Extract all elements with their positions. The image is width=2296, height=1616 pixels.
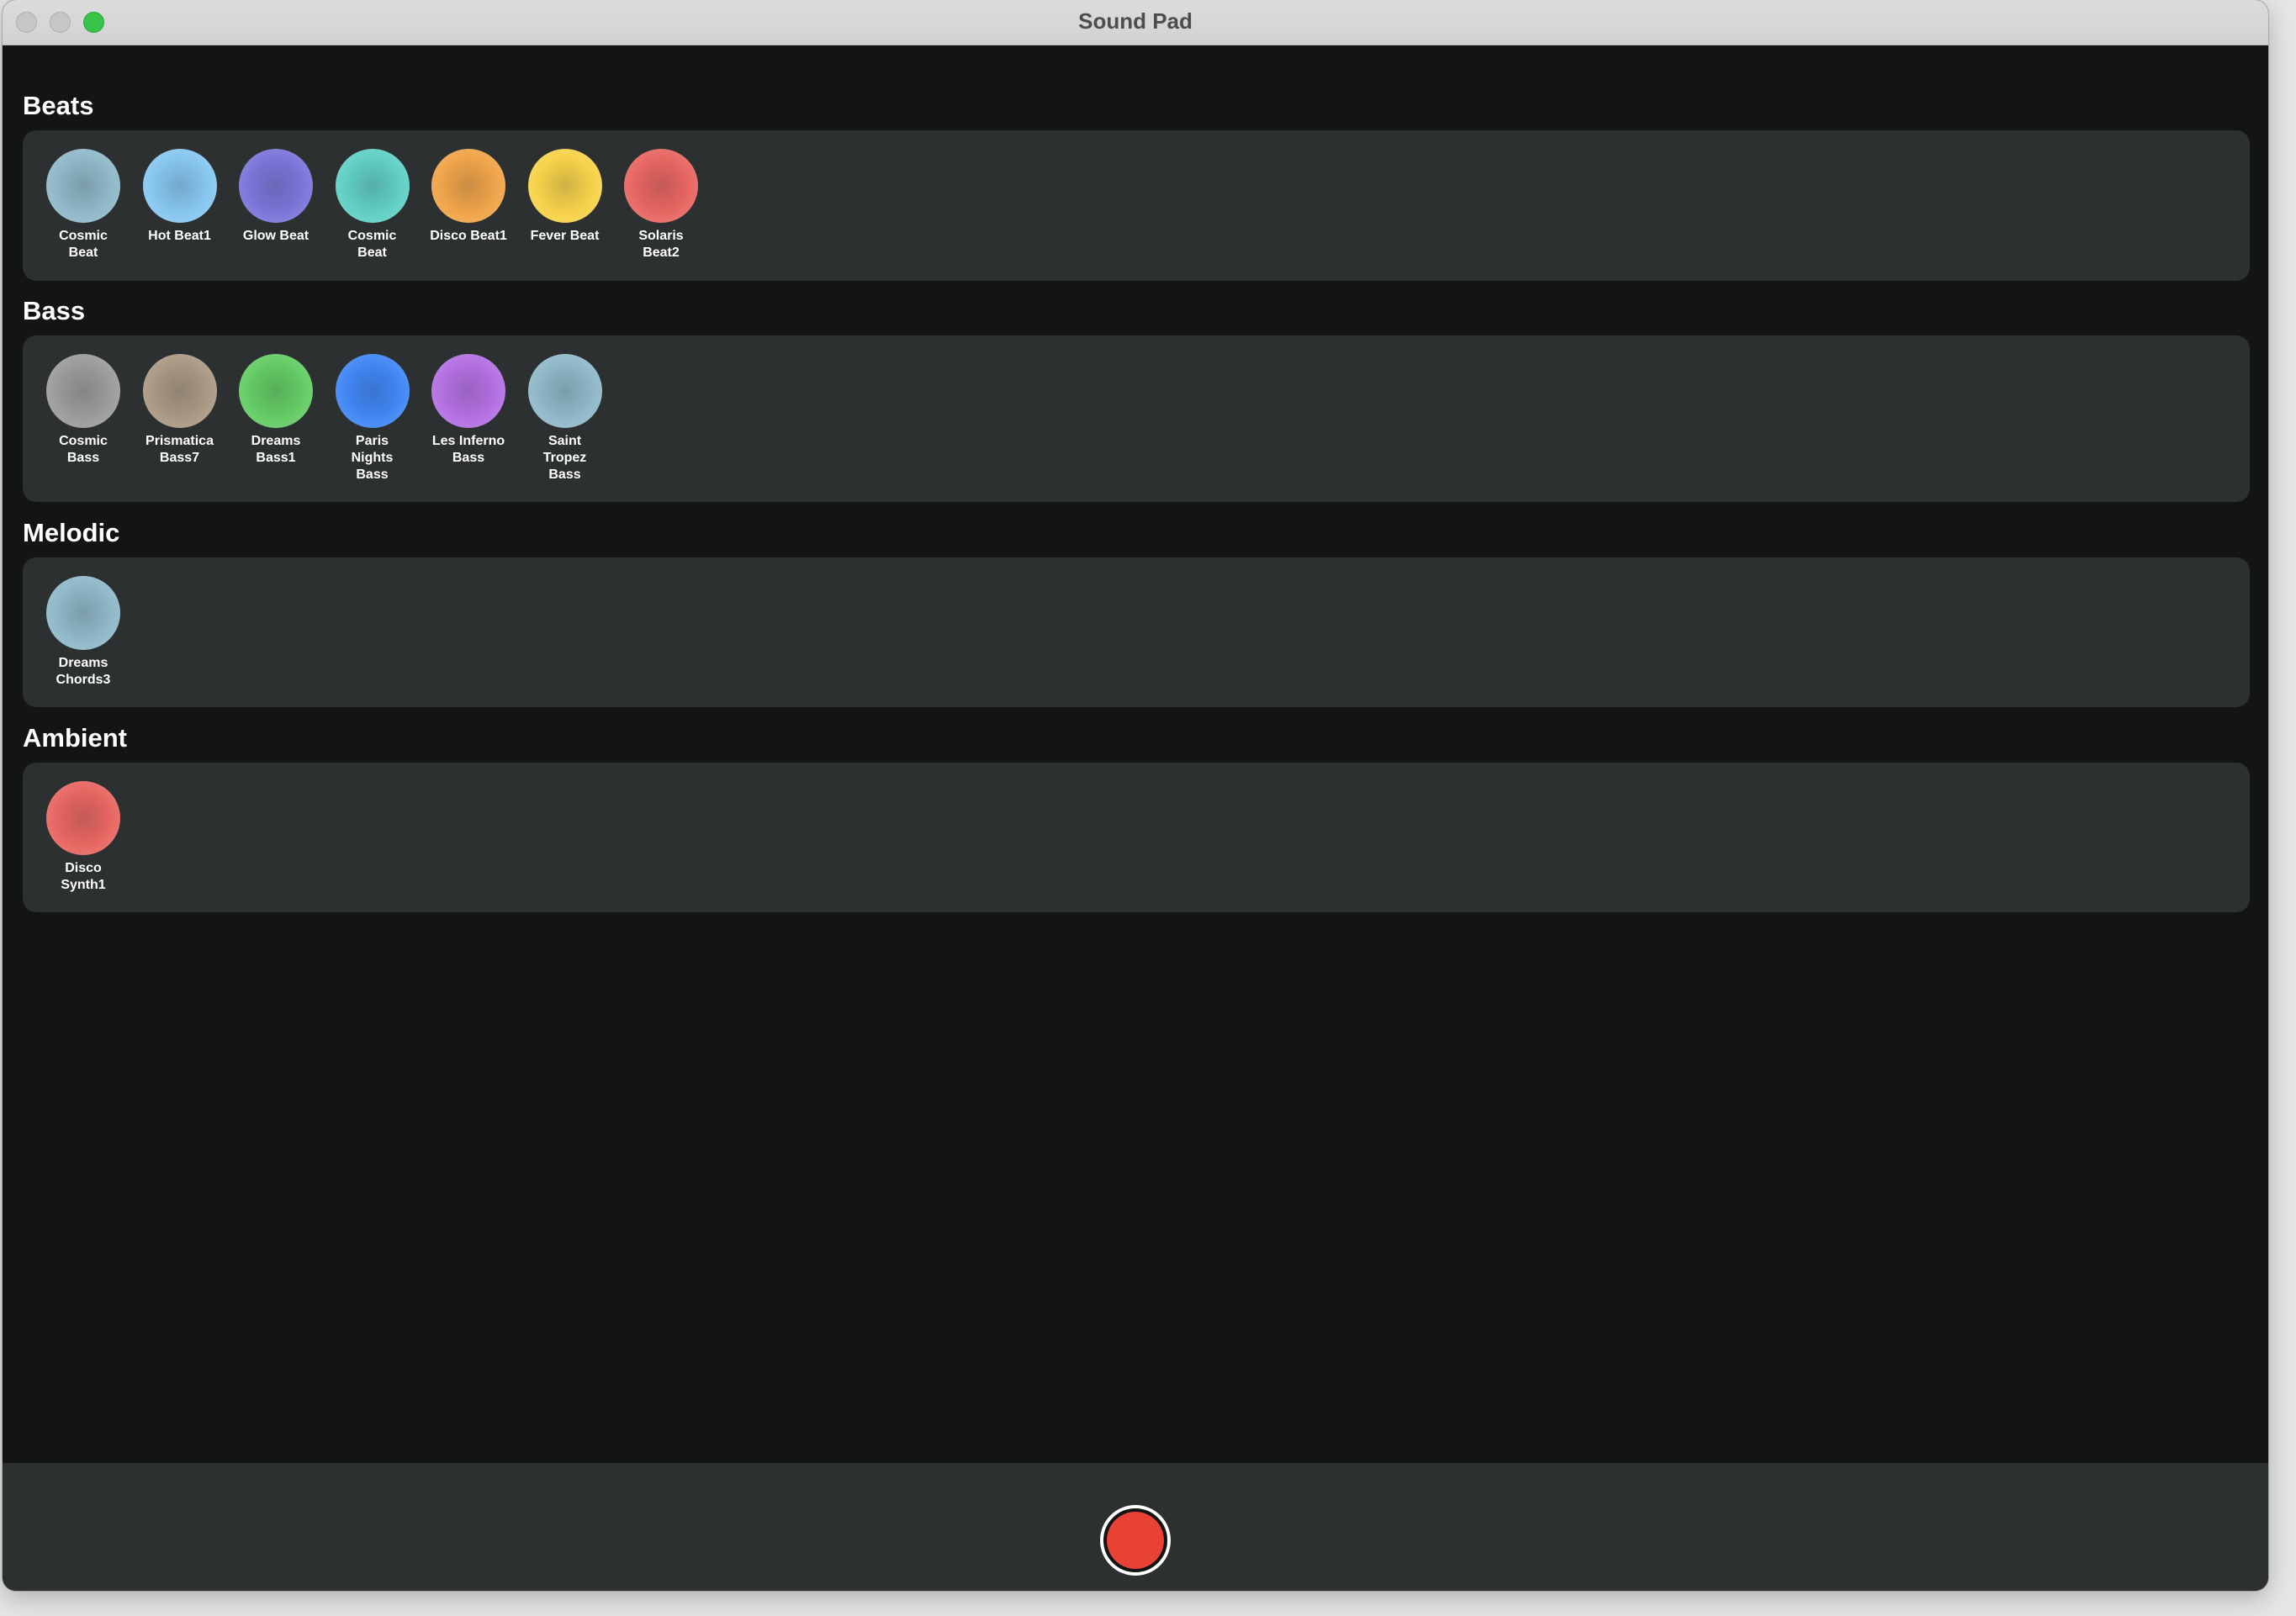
sound-pad[interactable]: Les Inferno Bass [426, 354, 511, 467]
section-panel-beats: Cosmic Beat Hot Beat1 Glow Beat Cosmic Beat Di… [23, 130, 2250, 281]
section-panel-bass: Cosmic Bass Prismatica Bass7 Dreams Bass1 Pari… [23, 335, 2250, 502]
sound-pad[interactable]: Solaris Beat2 [619, 149, 703, 261]
sound-pad[interactable]: Paris Nights Bass [331, 354, 415, 483]
pad-label: Paris Nights Bass [351, 434, 394, 482]
pad-circle[interactable] [431, 354, 505, 428]
section-title-bass: Bass [23, 296, 86, 325]
record-icon [1107, 1512, 1164, 1569]
section-panel-melodic: Dreams Chords3 [23, 557, 2250, 707]
pad-circle[interactable] [46, 576, 120, 650]
pad-circle[interactable] [46, 781, 120, 855]
pad-circle[interactable] [527, 354, 602, 428]
sound-pad[interactable]: Prismatica Bass7 [138, 354, 222, 467]
pad-circle[interactable] [335, 149, 410, 223]
sound-pad[interactable]: Dreams Bass1 [234, 354, 318, 467]
title-bar[interactable]: Sound Pad [3, 0, 2268, 45]
pad-label: Cosmic Beat [347, 229, 397, 260]
section-title-melodic: Melodic [23, 518, 120, 547]
section-title-beats: Beats [23, 91, 94, 120]
bottom-toolbar [3, 1463, 2268, 1591]
pad-label: Dreams Bass1 [251, 434, 301, 465]
pad-label: Saint Tropez Bass [542, 434, 587, 482]
sound-pad[interactable]: Disco Synth1 [41, 781, 125, 894]
pad-label: Prismatica Bass7 [145, 434, 214, 465]
sound-pad[interactable]: Disco Beat1 [426, 149, 511, 245]
pad-circle[interactable] [335, 354, 410, 428]
pad-circle[interactable] [46, 354, 120, 428]
pad-label: Cosmic Bass [59, 434, 108, 465]
pad-label: Dreams Chords3 [56, 656, 111, 687]
record-button[interactable] [1100, 1505, 1171, 1576]
pad-circle[interactable] [142, 149, 217, 223]
pad-label: Disco Beat1 [430, 229, 507, 243]
sound-pad[interactable]: Saint Tropez Bass [523, 354, 607, 483]
pad-circle[interactable] [527, 149, 602, 223]
pad-label: Cosmic Beat [59, 229, 108, 260]
pad-label: Hot Beat1 [148, 229, 211, 243]
sound-pad-window: Sound Pad Beats Cosmic Beat Hot Beat1 Glow B… [3, 0, 2268, 1591]
sound-pad[interactable]: Cosmic Beat [41, 149, 125, 261]
pad-label: Solaris Beat2 [638, 229, 684, 260]
pad-label: Glow Beat [242, 229, 309, 243]
pad-label: Disco Synth1 [61, 861, 106, 892]
pad-label: Les Inferno Bass [431, 434, 505, 465]
pad-label: Fever Beat [530, 229, 600, 243]
sound-pad[interactable]: Dreams Chords3 [41, 576, 125, 689]
window-title: Sound Pad [1078, 8, 1193, 34]
sound-pad[interactable]: Hot Beat1 [138, 149, 222, 245]
pad-circle[interactable] [624, 149, 698, 223]
pad-circle[interactable] [239, 354, 313, 428]
pad-circle[interactable] [142, 354, 217, 428]
pad-circle[interactable] [239, 149, 313, 223]
sound-pad[interactable]: Glow Beat [234, 149, 318, 245]
sound-pad[interactable]: Fever Beat [523, 149, 607, 245]
pad-circle[interactable] [46, 149, 120, 223]
sound-pad[interactable]: Cosmic Beat [331, 149, 415, 261]
section-panel-ambient: Disco Synth1 [23, 763, 2250, 912]
sound-pad[interactable]: Cosmic Bass [41, 354, 125, 467]
section-title-ambient: Ambient [23, 723, 127, 753]
pad-circle[interactable] [431, 149, 505, 223]
